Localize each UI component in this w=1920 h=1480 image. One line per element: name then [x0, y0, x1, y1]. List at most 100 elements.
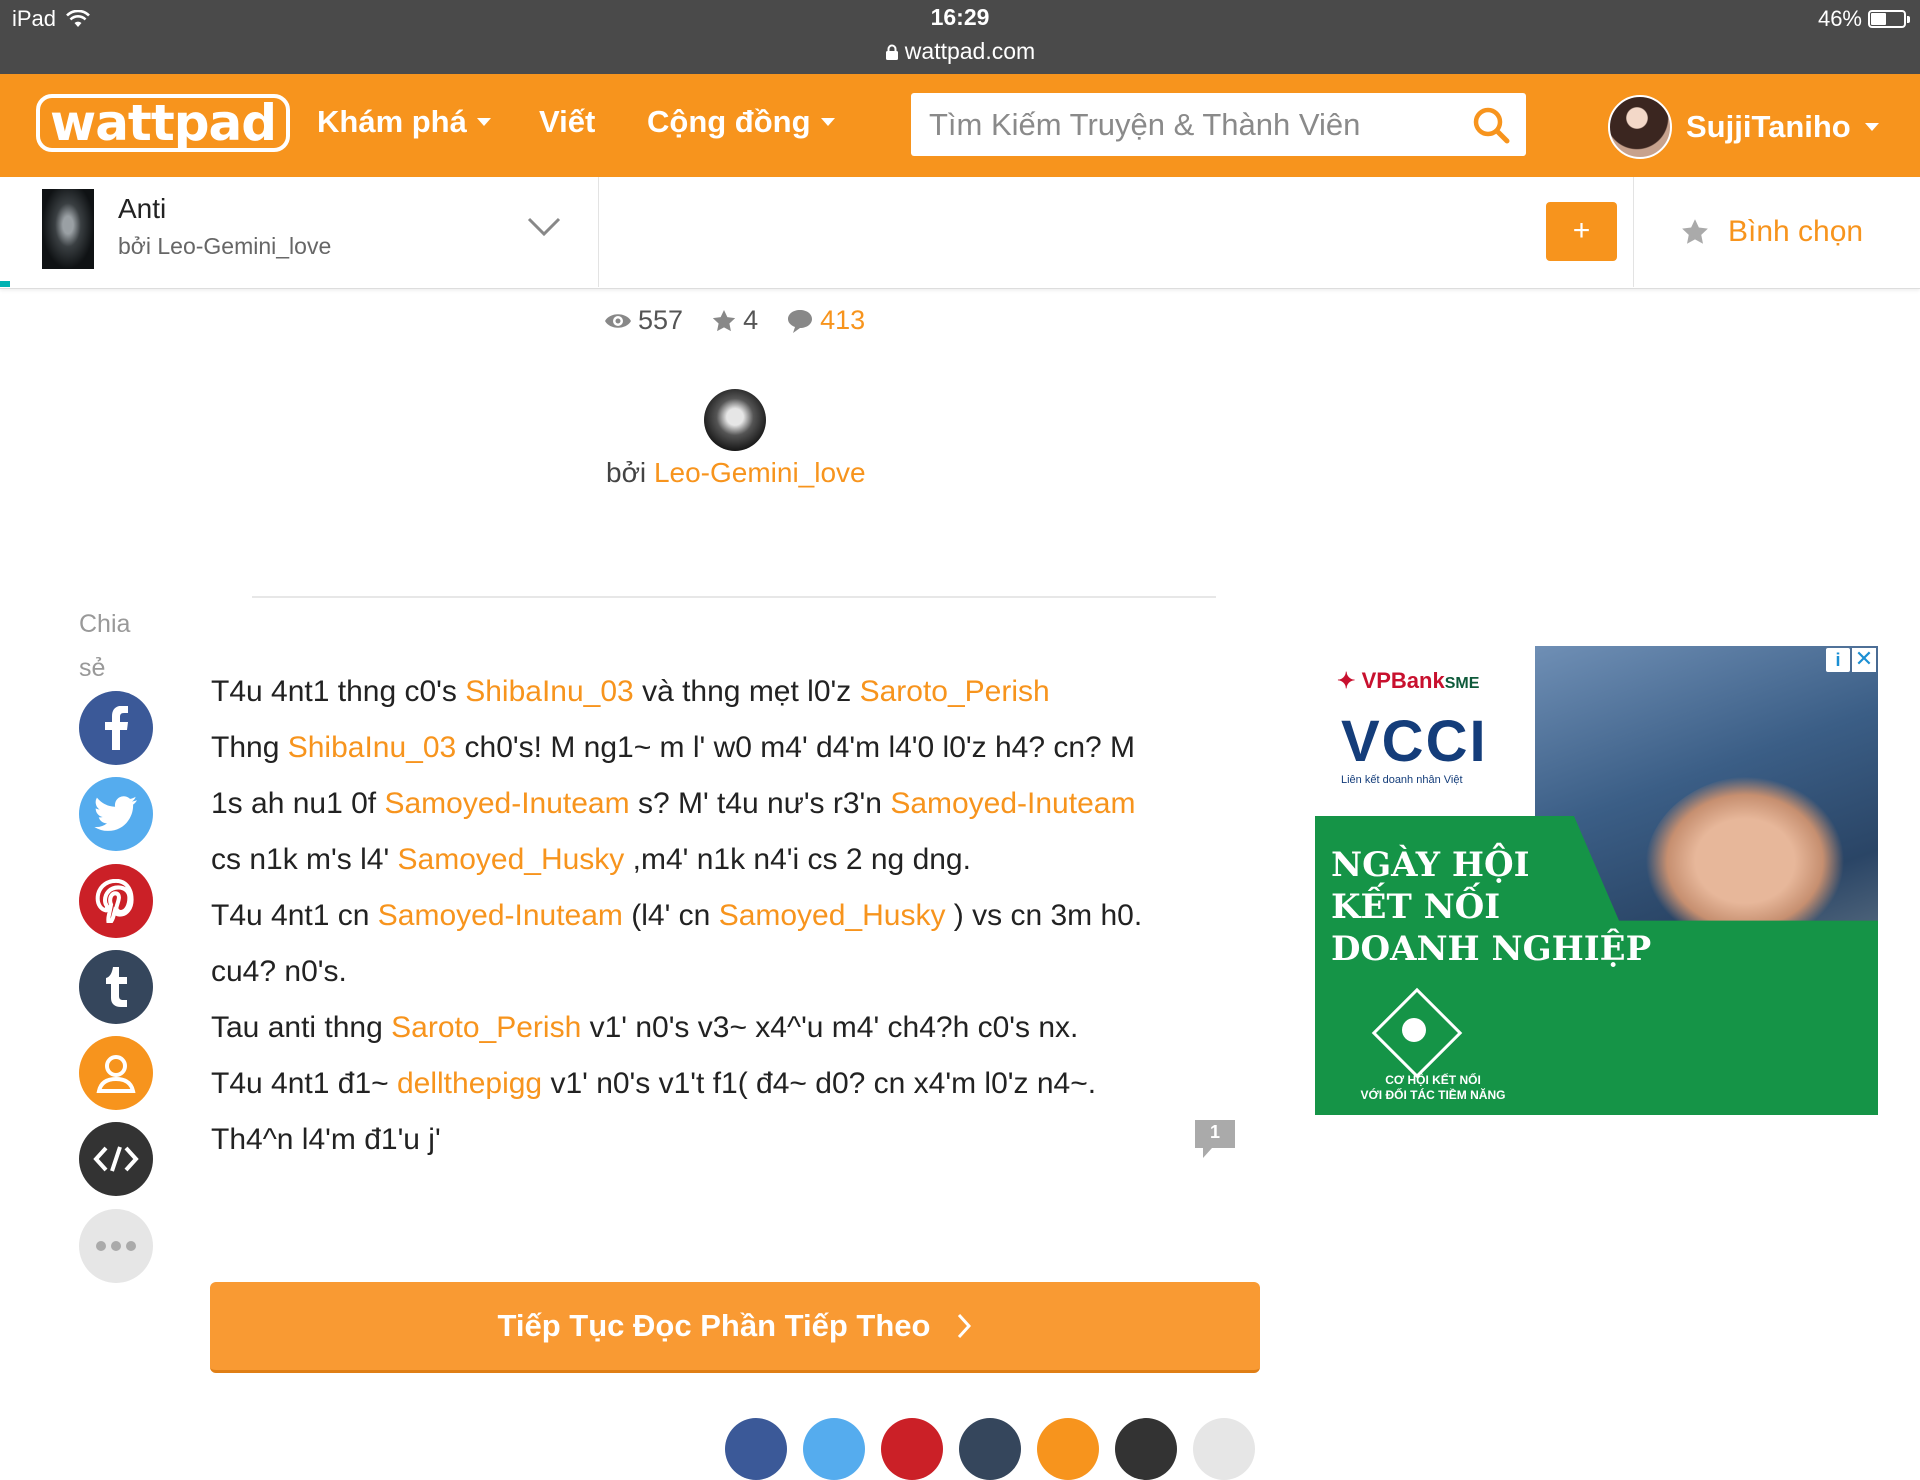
user-icon[interactable] — [1037, 1418, 1099, 1480]
bottom-share-row — [725, 1418, 1255, 1480]
share-label: Chia sẻ — [79, 602, 139, 690]
facebook-icon[interactable] — [725, 1418, 787, 1480]
status-bar: iPad 16:29 wattpad.com 46% — [0, 0, 1920, 74]
author-link[interactable]: Leo-Gemini_love — [654, 457, 866, 488]
battery-icon — [1868, 10, 1910, 28]
ad-footer-1: CƠ HỘI KẾT NỐI — [1385, 1073, 1481, 1087]
ad-vcci: VCCI — [1341, 709, 1488, 774]
nav-write-label: Viết — [539, 104, 596, 139]
ad-brand-name: VPBank — [1361, 668, 1445, 693]
top-navbar: wattpad Khám phá Viết Cộng đồng SujjiTan… — [0, 74, 1920, 177]
story-text-segment: và thng mẹt l0'z — [633, 675, 860, 708]
story-text-segment: (l4' cn — [622, 899, 719, 932]
story-text-segment: ) vs cn 3m h0. — [945, 899, 1143, 932]
share-pinterest-button[interactable] — [79, 864, 153, 938]
story-text-segment: T4u 4nt1 thng c0's — [211, 675, 466, 708]
username: SujjiTaniho — [1686, 109, 1851, 144]
share-more-button[interactable] — [79, 1209, 153, 1283]
embed-code-icon[interactable] — [1115, 1418, 1177, 1480]
story-text-segment: Th4^n l4'm đ1'u j' — [211, 1123, 441, 1156]
nav-discover[interactable]: Khám phá — [317, 104, 491, 140]
address-bar[interactable]: wattpad.com — [0, 38, 1920, 65]
ad-headline-3: DOANH NGHIỆP — [1331, 929, 1652, 969]
caret-down-icon — [820, 118, 835, 126]
ad-banner[interactable]: ✦ VPBankSME VCCI Liên kết doanh nhân Việ… — [1315, 646, 1878, 1115]
divider — [598, 177, 599, 287]
user-mention-link[interactable]: Samoyed_Husky — [719, 899, 946, 932]
more-dots-icon[interactable] — [1193, 1418, 1255, 1480]
share-embed-button[interactable] — [79, 1122, 153, 1196]
ad-info-icon[interactable]: i — [1826, 648, 1850, 672]
share-twitter-button[interactable] — [79, 777, 153, 851]
story-paragraph: Tau anti thng Saroto_Perish v1' n0's v3~… — [211, 1000, 1201, 1056]
nav-community[interactable]: Cộng đồng — [647, 104, 835, 140]
author-avatar[interactable] — [704, 389, 766, 451]
ad-headline-1: NGÀY HỘI — [1331, 845, 1530, 885]
user-menu[interactable]: SujjiTaniho — [1608, 95, 1879, 159]
pinterest-icon[interactable] — [881, 1418, 943, 1480]
user-mention-link[interactable]: Samoyed_Husky — [398, 843, 625, 876]
story-paragraph: Thng ShibaInu_03 ch0's! M ng1~ m l' w0 m… — [211, 720, 1201, 776]
story-bar: Anti bởi Leo-Gemini_love + Bình chọn — [0, 177, 1920, 289]
user-mention-link[interactable]: Samoyed-Inuteam — [384, 787, 629, 820]
inline-comment-button[interactable]: 1 — [1192, 1118, 1238, 1162]
inline-comment-count: 1 — [1209, 1122, 1220, 1142]
chevron-down-icon[interactable] — [527, 217, 561, 237]
chevron-right-icon — [958, 1313, 972, 1339]
story-paragraph: T4u 4nt1 thng c0's ShibaInu_03 và thng m… — [211, 664, 1201, 720]
status-right: 46% — [1818, 6, 1910, 32]
twitter-icon[interactable] — [803, 1418, 865, 1480]
add-to-list-button[interactable]: + — [1546, 202, 1617, 261]
story-text-segment: 1s ah nu1 0f — [211, 787, 385, 820]
user-mention-link[interactable]: ShibaInu_03 — [465, 675, 634, 708]
comment-icon — [788, 309, 813, 333]
user-mention-link[interactable]: Saroto_Perish — [860, 675, 1050, 708]
share-facebook-button[interactable] — [79, 691, 153, 765]
ad-footer-2: VỚI ĐỐI TÁC TIỀM NĂNG — [1360, 1088, 1506, 1102]
comments-stat[interactable]: 413 — [786, 305, 865, 336]
byline-prefix: bởi — [606, 457, 647, 488]
user-icon — [96, 1055, 136, 1093]
user-mention-link[interactable]: Samoyed-Inuteam — [890, 787, 1135, 820]
story-title[interactable]: Anti — [118, 193, 166, 225]
embed-code-icon — [93, 1146, 139, 1172]
reads-stat: 557 — [604, 305, 683, 336]
ad-brand: ✦ VPBankSME — [1337, 668, 1479, 694]
nav-community-label: Cộng đồng — [647, 104, 811, 139]
tumblr-icon — [106, 967, 127, 1007]
user-mention-link[interactable]: ShibaInu_03 — [288, 731, 457, 764]
share-tumblr-button[interactable] — [79, 950, 153, 1024]
vote-button[interactable]: Bình chọn — [1680, 215, 1863, 249]
nav-write[interactable]: Viết — [539, 104, 595, 140]
comments-count: 413 — [820, 305, 866, 335]
share-profile-button[interactable] — [79, 1036, 153, 1110]
story-author: bởi Leo-Gemini_love — [118, 233, 332, 259]
search-icon[interactable] — [1472, 106, 1510, 144]
url-text: wattpad.com — [904, 38, 1036, 64]
search-box — [911, 93, 1526, 156]
search-input[interactable] — [911, 93, 1477, 156]
story-text-segment: T4u 4nt1 đ1~ — [211, 1067, 397, 1100]
story-text-segment: T4u 4nt1 cn — [211, 899, 378, 932]
user-mention-link[interactable]: Samoyed-Inuteam — [378, 899, 623, 932]
votes-stat: 4 — [711, 305, 758, 336]
wattpad-logo[interactable]: wattpad — [36, 94, 291, 152]
twitter-icon — [94, 796, 137, 831]
nav-discover-label: Khám phá — [317, 104, 467, 139]
story-cover[interactable] — [42, 189, 94, 269]
pinterest-icon — [95, 879, 134, 923]
continue-reading-button[interactable]: Tiếp Tục Đọc Phần Tiếp Theo — [210, 1282, 1260, 1373]
votes-count: 4 — [743, 305, 759, 335]
ad-close-icon[interactable]: ✕ — [1852, 648, 1876, 672]
caret-down-icon — [476, 118, 491, 126]
tumblr-icon[interactable] — [959, 1418, 1021, 1480]
reads-count: 557 — [638, 305, 684, 335]
story-text-segment: cs n1k m's l4' — [211, 843, 398, 876]
network-logo-center — [1402, 1018, 1426, 1042]
story-paragraph: 1s ah nu1 0f Samoyed-Inuteam s? M' t4u n… — [211, 776, 1201, 832]
share-label-line1: Chia — [79, 610, 131, 638]
story-text-segment: cu4? n0's. — [211, 955, 347, 988]
user-mention-link[interactable]: dellthepigg — [397, 1067, 542, 1100]
user-mention-link[interactable]: Saroto_Perish — [391, 1011, 581, 1044]
story-paragraph: Th4^n l4'm đ1'u j' — [211, 1112, 1201, 1168]
